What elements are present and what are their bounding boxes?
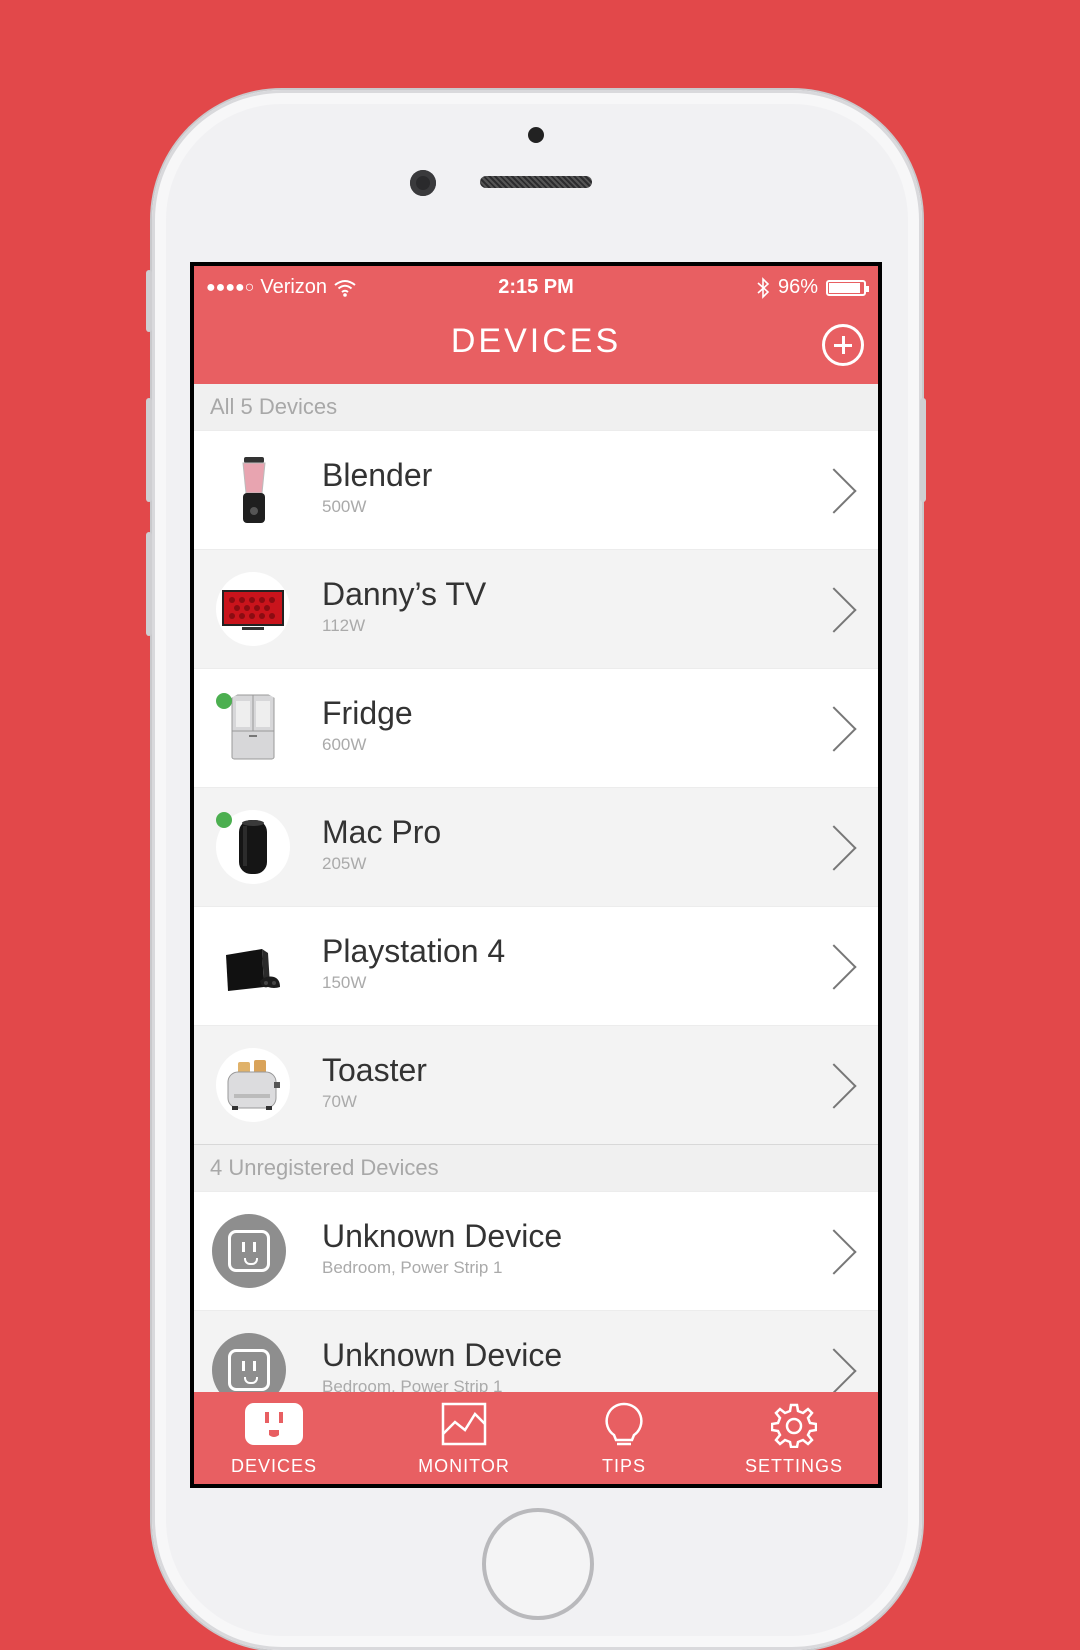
lightbulb-icon <box>605 1402 643 1446</box>
outlet-icon <box>212 1214 286 1288</box>
front-camera <box>410 170 436 196</box>
bluetooth-icon <box>757 276 770 299</box>
chevron-right-icon <box>811 587 857 633</box>
earpiece-speaker <box>480 176 592 188</box>
battery-icon <box>826 279 869 296</box>
tab-settings[interactable]: SETTINGS <box>734 1392 854 1484</box>
device-name: Mac Pro <box>322 814 442 850</box>
device-name: Toaster <box>322 1052 427 1088</box>
add-device-button[interactable] <box>822 324 864 366</box>
section-header-registered: All 5 Devices <box>194 384 878 430</box>
tv-icon <box>216 572 290 646</box>
device-name: Unknown Device <box>322 1218 563 1254</box>
chevron-right-icon <box>811 706 857 752</box>
tab-devices[interactable]: DEVICES <box>214 1392 334 1484</box>
device-wattage: 500W <box>322 497 367 516</box>
outlet-icon <box>245 1403 303 1445</box>
playstation-icon <box>216 929 290 1003</box>
device-wattage: 600W <box>322 735 367 754</box>
device-wattage: 70W <box>322 1092 357 1111</box>
device-row-fridge[interactable]: Fridge 600W <box>194 668 878 787</box>
proximity-sensor <box>528 127 544 143</box>
device-row-blender[interactable]: Blender 500W <box>194 430 878 549</box>
device-row-playstation[interactable]: Playstation 4 150W <box>194 906 878 1025</box>
volume-up-button <box>146 398 152 502</box>
battery-percent: 96% <box>777 276 818 298</box>
device-wattage: 112W <box>322 616 366 635</box>
phone-screen: ●●●●○ Verizon 2:15 PM 96% DEVICES All 5 … <box>190 262 882 1488</box>
chevron-right-icon <box>811 468 857 514</box>
gear-icon <box>771 1403 817 1448</box>
device-name: Playstation 4 <box>322 933 506 969</box>
device-name: Unknown Device <box>322 1337 563 1373</box>
status-right: 96% <box>756 276 869 299</box>
chevron-right-icon <box>811 944 857 990</box>
device-list: All 5 Devices Blender 500W Danny’s TV 11… <box>194 384 878 1429</box>
mute-switch <box>146 270 152 332</box>
nav-header: ●●●●○ Verizon 2:15 PM 96% DEVICES <box>194 266 878 384</box>
toaster-icon <box>216 1048 290 1122</box>
tab-label: DEVICES <box>230 1456 318 1476</box>
chevron-right-icon <box>811 1063 857 1109</box>
home-button[interactable] <box>482 1508 594 1620</box>
tab-monitor[interactable]: MONITOR <box>404 1392 524 1484</box>
power-button <box>920 398 926 502</box>
tab-label: TIPS <box>601 1456 646 1476</box>
unregistered-device-row[interactable]: Unknown Device Bedroom, Power Strip 1 <box>194 1191 878 1310</box>
device-wattage: 205W <box>322 854 367 873</box>
device-name: Danny’s TV <box>322 576 487 612</box>
device-name: Fridge <box>322 695 413 731</box>
tab-label: SETTINGS <box>744 1456 843 1476</box>
device-wattage: 150W <box>322 973 367 992</box>
device-row-tv[interactable]: Danny’s TV 112W <box>194 549 878 668</box>
online-status-dot <box>216 693 232 709</box>
blender-icon <box>216 453 290 527</box>
volume-down-button <box>146 532 152 636</box>
device-row-toaster[interactable]: Toaster 70W <box>194 1025 878 1144</box>
chevron-right-icon <box>811 1229 857 1275</box>
tab-tips[interactable]: TIPS <box>584 1392 664 1484</box>
tab-bar: DEVICES MONITOR TIPS SETTINGS <box>194 1392 878 1484</box>
device-name: Blender <box>322 457 433 493</box>
section-header-unregistered: 4 Unregistered Devices <box>194 1144 878 1191</box>
app-screen: ●●●●○ Verizon 2:15 PM 96% DEVICES All 5 … <box>194 266 878 1484</box>
status-bar: ●●●●○ Verizon 2:15 PM 96% <box>194 274 878 310</box>
device-row-mac-pro[interactable]: Mac Pro 205W <box>194 787 878 906</box>
tab-label: MONITOR <box>418 1456 510 1476</box>
online-status-dot <box>216 812 232 828</box>
device-location: Bedroom, Power Strip 1 <box>322 1258 503 1277</box>
chevron-right-icon <box>811 1348 857 1394</box>
chevron-right-icon <box>811 825 857 871</box>
chart-icon <box>441 1402 487 1446</box>
page-title: DEVICES <box>450 322 622 360</box>
